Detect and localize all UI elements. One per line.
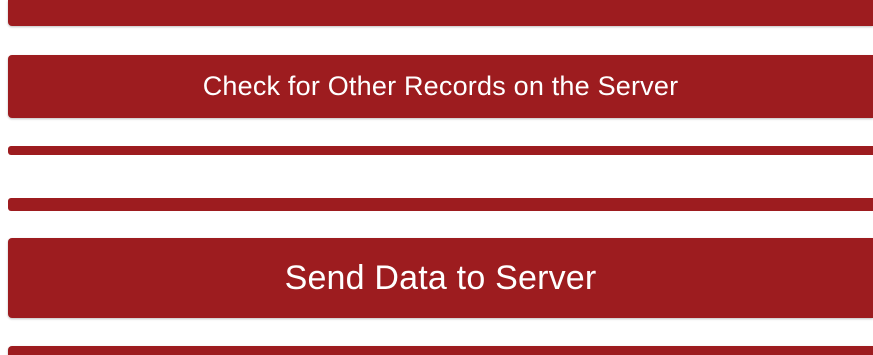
check-other-records-label: Check for Other Records on the Server <box>202 71 679 101</box>
divider-bar-lower <box>8 198 873 211</box>
next-button-partial[interactable] <box>8 346 873 355</box>
send-data-button[interactable]: Send Data to Server <box>8 238 873 318</box>
check-other-records-button[interactable]: Check for Other Records on the Server <box>8 55 873 118</box>
send-data-label: Send Data to Server <box>284 258 597 297</box>
previous-button-partial[interactable] <box>8 0 873 26</box>
divider-bar-upper <box>8 146 873 155</box>
